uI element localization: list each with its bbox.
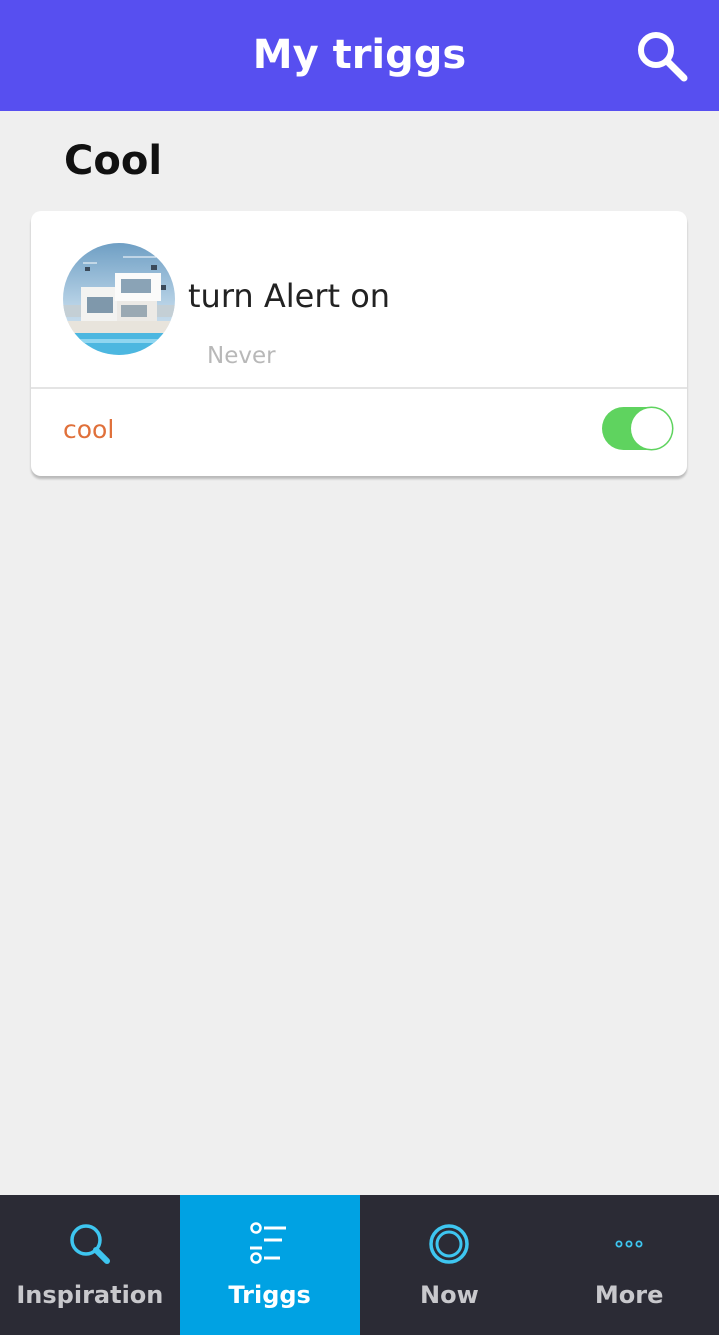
trigg-avatar (63, 243, 175, 355)
trigg-enabled-toggle[interactable] (602, 407, 673, 450)
nav-label-now: Now (420, 1281, 479, 1309)
toggle-knob (631, 408, 672, 449)
page-title: My triggs (252, 32, 467, 78)
ring-icon (429, 1224, 470, 1264)
nav-label-inspiration: Inspiration (16, 1281, 164, 1309)
search-button[interactable] (631, 25, 693, 87)
section-title: Cool (64, 138, 163, 184)
nav-item-triggs[interactable]: Triggs (179, 1195, 360, 1335)
app-bar: My triggs (0, 0, 719, 111)
search-icon (70, 1224, 110, 1264)
house-image (63, 243, 175, 355)
nav-label-more: More (594, 1281, 664, 1309)
bottom-nav: Inspiration Triggs Now More (0, 1195, 719, 1335)
trigg-last-run-status: Never (207, 343, 276, 369)
trigg-group-label: cool (63, 415, 115, 444)
nav-item-now[interactable]: Now (360, 1195, 540, 1335)
nav-item-inspiration[interactable]: Inspiration (0, 1195, 180, 1335)
search-icon (638, 32, 688, 82)
nav-label-triggs: Triggs (228, 1281, 311, 1309)
card-divider (31, 387, 687, 389)
list-icon (249, 1222, 286, 1264)
trigg-name: turn Alert on (188, 277, 391, 315)
nav-item-more[interactable]: More (539, 1195, 719, 1335)
trigg-card[interactable]: turn Alert on Never cool (31, 211, 687, 476)
more-dots-icon (615, 1240, 643, 1248)
